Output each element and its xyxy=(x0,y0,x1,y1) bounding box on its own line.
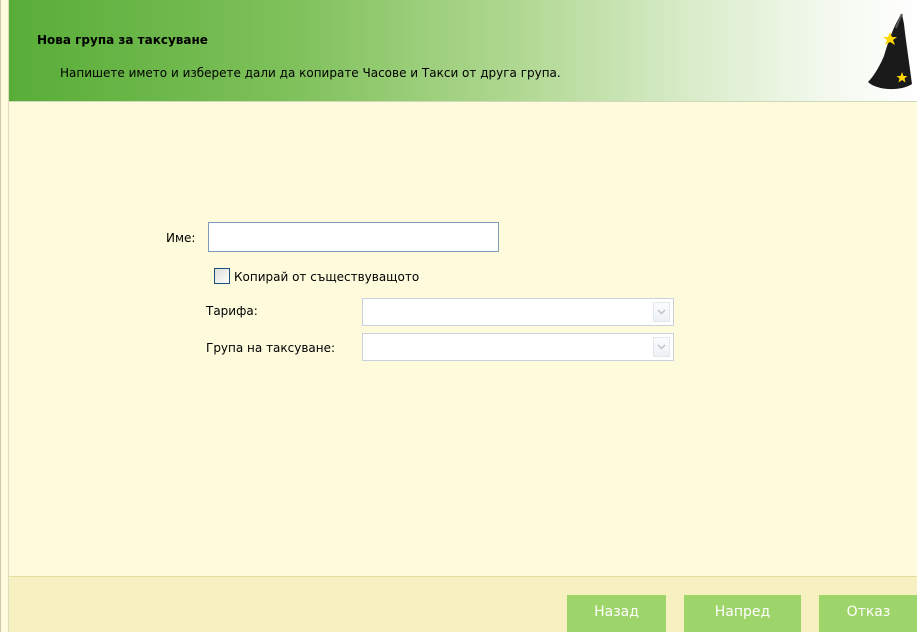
name-label: Име: xyxy=(166,231,196,245)
left-border xyxy=(1,0,9,632)
billing-group-dropdown-button[interactable] xyxy=(653,337,670,357)
copy-existing-checkbox[interactable] xyxy=(214,268,230,284)
chevron-down-icon xyxy=(657,344,666,350)
wizard-subtitle: Напишете името и изберете дали да копира… xyxy=(60,66,561,80)
wizard-header: Нова група за таксуване Напишете името и… xyxy=(9,0,917,102)
copy-existing-label[interactable]: Копирай от съществуващото xyxy=(234,270,419,284)
chevron-down-icon xyxy=(657,309,666,315)
wizard-hat-icon xyxy=(868,13,912,90)
tariff-dropdown-button[interactable] xyxy=(653,302,670,322)
tariff-label: Тарифа: xyxy=(206,304,258,318)
back-button[interactable]: Назад xyxy=(567,595,666,632)
name-input[interactable] xyxy=(208,222,499,252)
tariff-select[interactable] xyxy=(362,298,674,326)
billing-group-select[interactable] xyxy=(362,333,674,361)
wizard-title: Нова група за таксуване xyxy=(37,33,208,47)
cancel-button[interactable]: Отказ xyxy=(819,595,917,632)
wizard-window: Нова група за таксуване Напишете името и… xyxy=(0,0,917,632)
next-button[interactable]: Напред xyxy=(684,595,801,632)
billing-group-label: Група на таксуване: xyxy=(206,341,336,355)
